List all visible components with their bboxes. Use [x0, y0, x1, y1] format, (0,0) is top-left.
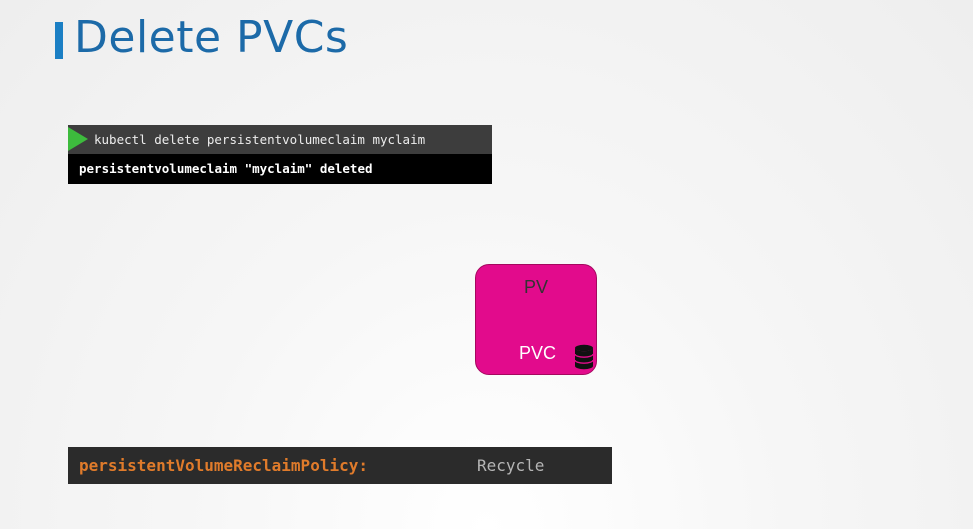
terminal-command-line: kubectl delete persistentvolumeclaim myc…: [68, 125, 492, 154]
terminal-panel: kubectl delete persistentvolumeclaim myc…: [68, 125, 492, 184]
play-icon: [68, 127, 88, 151]
database-icon: [574, 344, 594, 370]
terminal-output: persistentvolumeclaim "myclaim" deleted: [79, 161, 373, 176]
reclaim-policy-key: persistentVolumeReclaimPolicy:: [79, 456, 368, 475]
title-accent-bar: [55, 22, 63, 59]
terminal-command: kubectl delete persistentvolumeclaim myc…: [94, 132, 426, 147]
reclaim-policy-bar: persistentVolumeReclaimPolicy: Recycle: [68, 447, 612, 484]
pv-label: PV: [523, 277, 548, 297]
reclaim-policy-value: Recycle: [477, 456, 545, 475]
terminal-output-line: persistentvolumeclaim "myclaim" deleted: [68, 154, 492, 184]
pv-box: PV PVC: [475, 264, 597, 375]
pvc-label: PVC: [519, 343, 557, 363]
page-title: Delete PVCs: [74, 12, 349, 63]
